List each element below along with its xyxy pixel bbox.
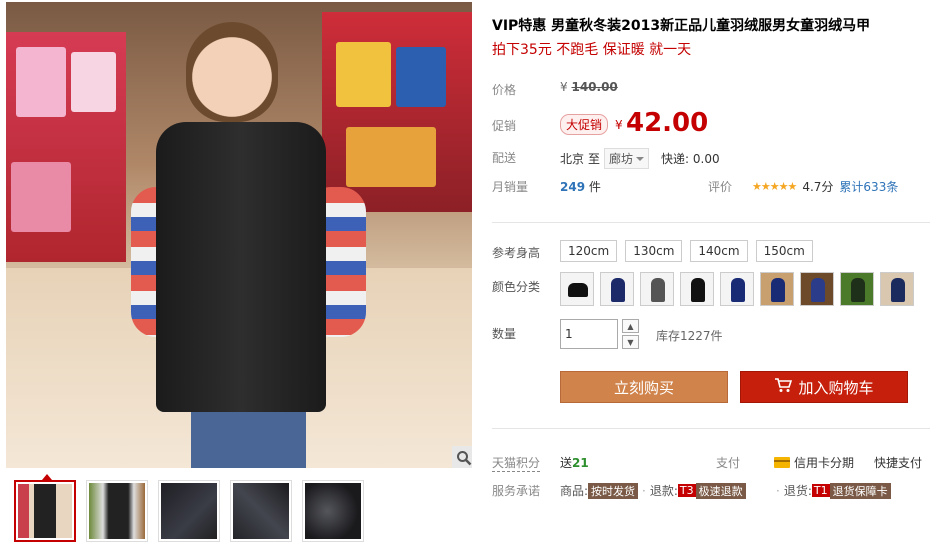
thumbnail[interactable] (86, 480, 148, 542)
currency-symbol: ¥ (560, 80, 568, 94)
stock-count: 库存1227件 (656, 329, 723, 343)
thumbnail[interactable] (158, 480, 220, 542)
star-rating-icon: ★★★★★ (752, 180, 797, 193)
size-option[interactable]: 120cm (560, 240, 618, 262)
shipping-label: 配送 (492, 151, 517, 165)
product-subtitle: 拍下35元 不跑毛 保证暖 就一天 (492, 42, 692, 58)
t3-tag: T3 (677, 484, 696, 497)
size-options: 120cm 130cm 140cm 150cm (560, 240, 813, 262)
quantity-input[interactable] (560, 319, 618, 349)
promotion-price: 42.00 (626, 108, 709, 138)
color-swatch[interactable] (800, 272, 834, 306)
color-swatch[interactable] (760, 272, 794, 306)
rating-summary: 评价 ★★★★★ 4.7分 累计633条 (708, 178, 898, 195)
destination-value: 廊坊 (609, 152, 634, 166)
sales-unit: 件 (588, 180, 601, 194)
buy-now-label: 立刻购买 (613, 378, 674, 397)
ship-from: 北京 (560, 152, 585, 166)
color-label: 颜色分类 (492, 280, 541, 294)
size-option[interactable]: 150cm (755, 240, 813, 262)
stepper-buttons: ▲ ▼ (622, 319, 639, 349)
thumbnail[interactable] (302, 480, 364, 542)
credit-installment-label: 信用卡分期 (794, 456, 855, 470)
shipping-info: 北京 至 廊坊 快递: 0.00 (560, 148, 720, 169)
on-time-delivery-badge: 按时发货 (588, 482, 639, 499)
magnifier-icon[interactable] (452, 446, 472, 468)
divider (492, 428, 930, 429)
original-price: ¥ 140.00 (560, 80, 618, 94)
destination-select[interactable]: 廊坊 (604, 148, 650, 169)
fast-refund-badge: 极速退款 (695, 482, 746, 499)
increment-button[interactable]: ▲ (622, 319, 639, 333)
color-swatch[interactable] (680, 272, 714, 306)
quantity-stepper: ▲ ▼ (560, 319, 639, 349)
chevron-down-icon (636, 156, 645, 161)
goods-promise[interactable]: 商品: 按时发货 (560, 482, 639, 499)
payment-label: 支付 (716, 456, 741, 470)
product-page: VIP特惠 男童秋冬装2013新正品儿童羽绒服男女童羽绒马甲 拍下35元 不跑毛… (0, 0, 930, 548)
size-option[interactable]: 130cm (625, 240, 683, 262)
toy-box (396, 47, 446, 107)
express-fee: 快递: 0.00 (661, 152, 720, 166)
credit-installment[interactable]: 信用卡分期 (774, 454, 854, 471)
t1-tag: T1 (811, 484, 830, 497)
return-promise[interactable]: · 退货: T1 退货保障卡 (772, 482, 891, 499)
goods-key: 商品: (560, 484, 589, 498)
sales-count: 249 (560, 180, 586, 194)
color-swatch[interactable] (560, 272, 594, 306)
black-down-vest (156, 122, 326, 412)
monthly-sales: 249 件 (560, 178, 601, 195)
tmall-points-label[interactable]: 天猫积分 (492, 454, 541, 472)
color-swatch[interactable] (600, 272, 634, 306)
decrement-button[interactable]: ▼ (622, 335, 639, 349)
thumbnail[interactable] (14, 474, 76, 542)
divider (492, 222, 930, 223)
add-to-cart-button[interactable]: 加入购物车 (740, 371, 908, 403)
add-to-cart-label: 加入购物车 (798, 378, 874, 397)
quick-pay[interactable]: 快捷支付 (874, 454, 922, 471)
return-guarantee-badge: 退货保障卡 (829, 482, 891, 499)
points-number: 21 (572, 456, 589, 470)
refund-key: 退款: (649, 484, 678, 498)
main-product-photo[interactable] (6, 2, 472, 468)
color-swatch[interactable] (880, 272, 914, 306)
promotion-badge: 大促销 (560, 114, 609, 135)
rating-label: 评价 (708, 180, 733, 194)
ship-to-word: 至 (588, 152, 601, 166)
product-title: VIP特惠 男童秋冬装2013新正品儿童羽绒服男女童羽绒马甲 (492, 18, 871, 34)
shopping-cart-icon (774, 377, 793, 397)
size-option[interactable]: 140cm (690, 240, 748, 262)
service-promise-label: 服务承诺 (492, 484, 541, 498)
buy-now-button[interactable]: 立刻购买 (560, 371, 728, 403)
toy-box (71, 52, 116, 112)
promotion-label: 促销 (492, 119, 517, 133)
points-give: 送 (560, 456, 573, 470)
color-swatch[interactable] (640, 272, 674, 306)
rating-score: 4.7分 (802, 180, 834, 194)
toy-box (16, 47, 66, 117)
toy-box (336, 42, 391, 107)
thumbnail-strip (14, 474, 364, 542)
size-label: 参考身高 (492, 246, 541, 260)
credit-card-icon (774, 457, 790, 468)
color-options (560, 272, 914, 306)
toy-box (346, 127, 436, 187)
price-label: 价格 (492, 83, 517, 97)
color-swatch[interactable] (720, 272, 754, 306)
quantity-label: 数量 (492, 327, 517, 341)
child-head (186, 22, 278, 122)
color-swatch[interactable] (840, 272, 874, 306)
toy-box (11, 162, 71, 232)
original-price-value: 140.00 (571, 80, 618, 94)
currency-symbol: ¥ (615, 118, 623, 132)
points-value: 送21 (560, 454, 589, 471)
thumbnail[interactable] (230, 480, 292, 542)
return-key: 退货: (783, 484, 812, 498)
reviews-link[interactable]: 累计633条 (839, 178, 898, 195)
refund-promise[interactable]: · 退款: T3 极速退款 (638, 482, 746, 499)
sales-label: 月销量 (492, 180, 529, 194)
